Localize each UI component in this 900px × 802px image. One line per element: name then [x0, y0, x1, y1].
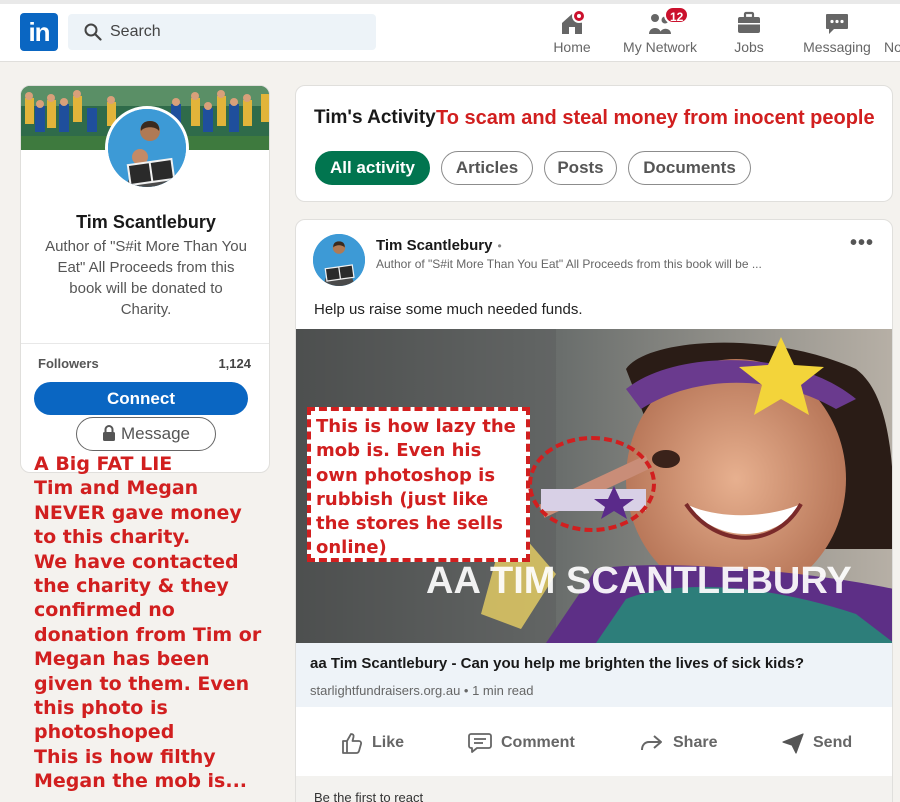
profile-headline: Author of "S#it More Than You Eat" All P… — [45, 238, 247, 318]
share-button[interactable]: Share — [639, 725, 717, 761]
messaging-icon — [826, 14, 848, 34]
post-author-name-text[interactable]: Tim Scantlebury — [376, 237, 492, 254]
annotation-line: given to them. Even — [34, 672, 250, 695]
network-badge: 12 — [664, 6, 690, 24]
annotation-circle — [528, 436, 656, 532]
annotation-box-line: the stores he sells — [316, 513, 503, 535]
annotation-line: NEVER gave money — [34, 501, 242, 524]
annotation-title-note: To scam and steal money from inocent peo… — [436, 107, 875, 129]
comment-label: Comment — [501, 734, 575, 751]
nav-notifications-label: No — [884, 39, 900, 55]
annotation-line: Megan the mob is... — [34, 770, 248, 793]
profile-avatar[interactable] — [105, 106, 189, 190]
annotation-box-line: mob is. Even his — [316, 440, 482, 462]
annotation-box-line: rubbish (just like — [316, 488, 489, 510]
search-box[interactable] — [68, 14, 376, 50]
message-button[interactable]: Message — [76, 417, 216, 451]
comment-button[interactable]: Comment — [467, 725, 575, 761]
filter-all-activity[interactable]: All activity — [315, 151, 430, 185]
annotation-box-line: online) — [316, 537, 387, 559]
more-options-icon[interactable]: ••• — [850, 232, 874, 255]
article-link-preview[interactable]: aa Tim Scantlebury - Can you help me bri… — [296, 643, 892, 707]
followers-label: Followers — [38, 356, 99, 371]
post-author-dot: • — [497, 239, 502, 253]
thumbs-up-icon — [342, 733, 363, 754]
nav-messaging-label: Messaging — [803, 39, 871, 55]
search-icon — [84, 23, 102, 41]
annotation-line: this photo is — [34, 697, 168, 720]
post-author-headline: Author of "S#it More Than You Eat" All P… — [376, 257, 762, 271]
nav-jobs-label: Jobs — [734, 39, 764, 55]
annotation-line: the charity & they — [34, 575, 229, 598]
annotation-box-line: own photoshop is — [316, 464, 496, 486]
bell-icon — [884, 10, 900, 36]
like-button[interactable]: Like — [340, 725, 404, 761]
send-button[interactable]: Send — [781, 725, 852, 761]
message-button-label: Message — [121, 424, 190, 443]
annotation-box-note: This is how lazy the mob is. Even his ow… — [307, 407, 530, 562]
lock-icon — [103, 425, 115, 441]
nav-my-network[interactable]: 12 My Network — [620, 6, 700, 58]
annotation-left-note: A Big FAT LIE Tim and Megan NEVER gave m… — [34, 452, 274, 794]
annotation-line: confirmed no — [34, 599, 175, 622]
connect-button[interactable]: Connect — [34, 382, 248, 415]
filter-articles[interactable]: Articles — [441, 151, 533, 185]
annotation-line: This is how filthy — [34, 745, 216, 768]
post-text: Help us raise some much needed funds. — [314, 301, 583, 318]
activity-card: Tim's Activity All activity Articles Pos… — [295, 85, 893, 202]
annotation-line: We have contacted — [34, 550, 239, 573]
share-icon — [641, 735, 662, 751]
linkedin-logo[interactable]: in — [20, 13, 58, 51]
top-navigation-bar: in Home 12 My Network Jobs — [0, 0, 900, 62]
post-author-name[interactable]: Tim Scantlebury • — [376, 237, 502, 254]
home-icon — [562, 10, 585, 34]
filter-documents[interactable]: Documents — [628, 151, 751, 185]
send-label: Send — [813, 734, 853, 751]
nav-jobs[interactable]: Jobs — [724, 6, 774, 58]
article-link-meta: starlightfundraisers.org.au • 1 min read — [310, 683, 534, 698]
send-icon — [782, 733, 804, 754]
nav-messaging[interactable]: Messaging — [800, 6, 874, 58]
nav-home-label: Home — [553, 39, 591, 55]
post-author-photo — [313, 234, 365, 286]
annotation-line: A Big FAT LIE — [34, 453, 173, 475]
followers-count: 1,124 — [218, 356, 251, 371]
profile-card: Tim Scantlebury Author of "S#it More Tha… — [20, 85, 270, 473]
nav-home[interactable]: Home — [548, 6, 596, 58]
browser-edge — [0, 0, 900, 4]
annotation-line: donation from Tim or — [34, 623, 262, 646]
profile-photo — [108, 109, 186, 187]
search-input[interactable] — [110, 14, 360, 50]
profile-name[interactable]: Tim Scantlebury — [21, 212, 269, 233]
share-label: Share — [673, 734, 718, 751]
annotation-line: Megan has been — [34, 648, 210, 671]
annotation-line: photoshoped — [34, 721, 175, 744]
nav-my-network-label: My Network — [623, 39, 697, 55]
activity-title: Tim's Activity — [314, 107, 436, 128]
divider — [21, 343, 269, 344]
reactions-summary: Be the first to react — [296, 776, 892, 802]
post-author-avatar[interactable] — [313, 234, 365, 286]
annotation-box-line: This is how lazy the — [316, 416, 516, 437]
annotation-line: Tim and Megan — [34, 477, 199, 500]
filter-posts[interactable]: Posts — [544, 151, 617, 185]
annotation-line: to this charity. — [34, 526, 191, 549]
image-caption: AA TIM SCANTLEBURY — [426, 560, 852, 602]
like-label: Like — [372, 734, 405, 751]
nav-notifications[interactable]: No — [884, 6, 900, 58]
article-link-title[interactable]: aa Tim Scantlebury - Can you help me bri… — [310, 655, 804, 672]
briefcase-icon — [738, 11, 760, 33]
comment-icon — [468, 733, 492, 753]
